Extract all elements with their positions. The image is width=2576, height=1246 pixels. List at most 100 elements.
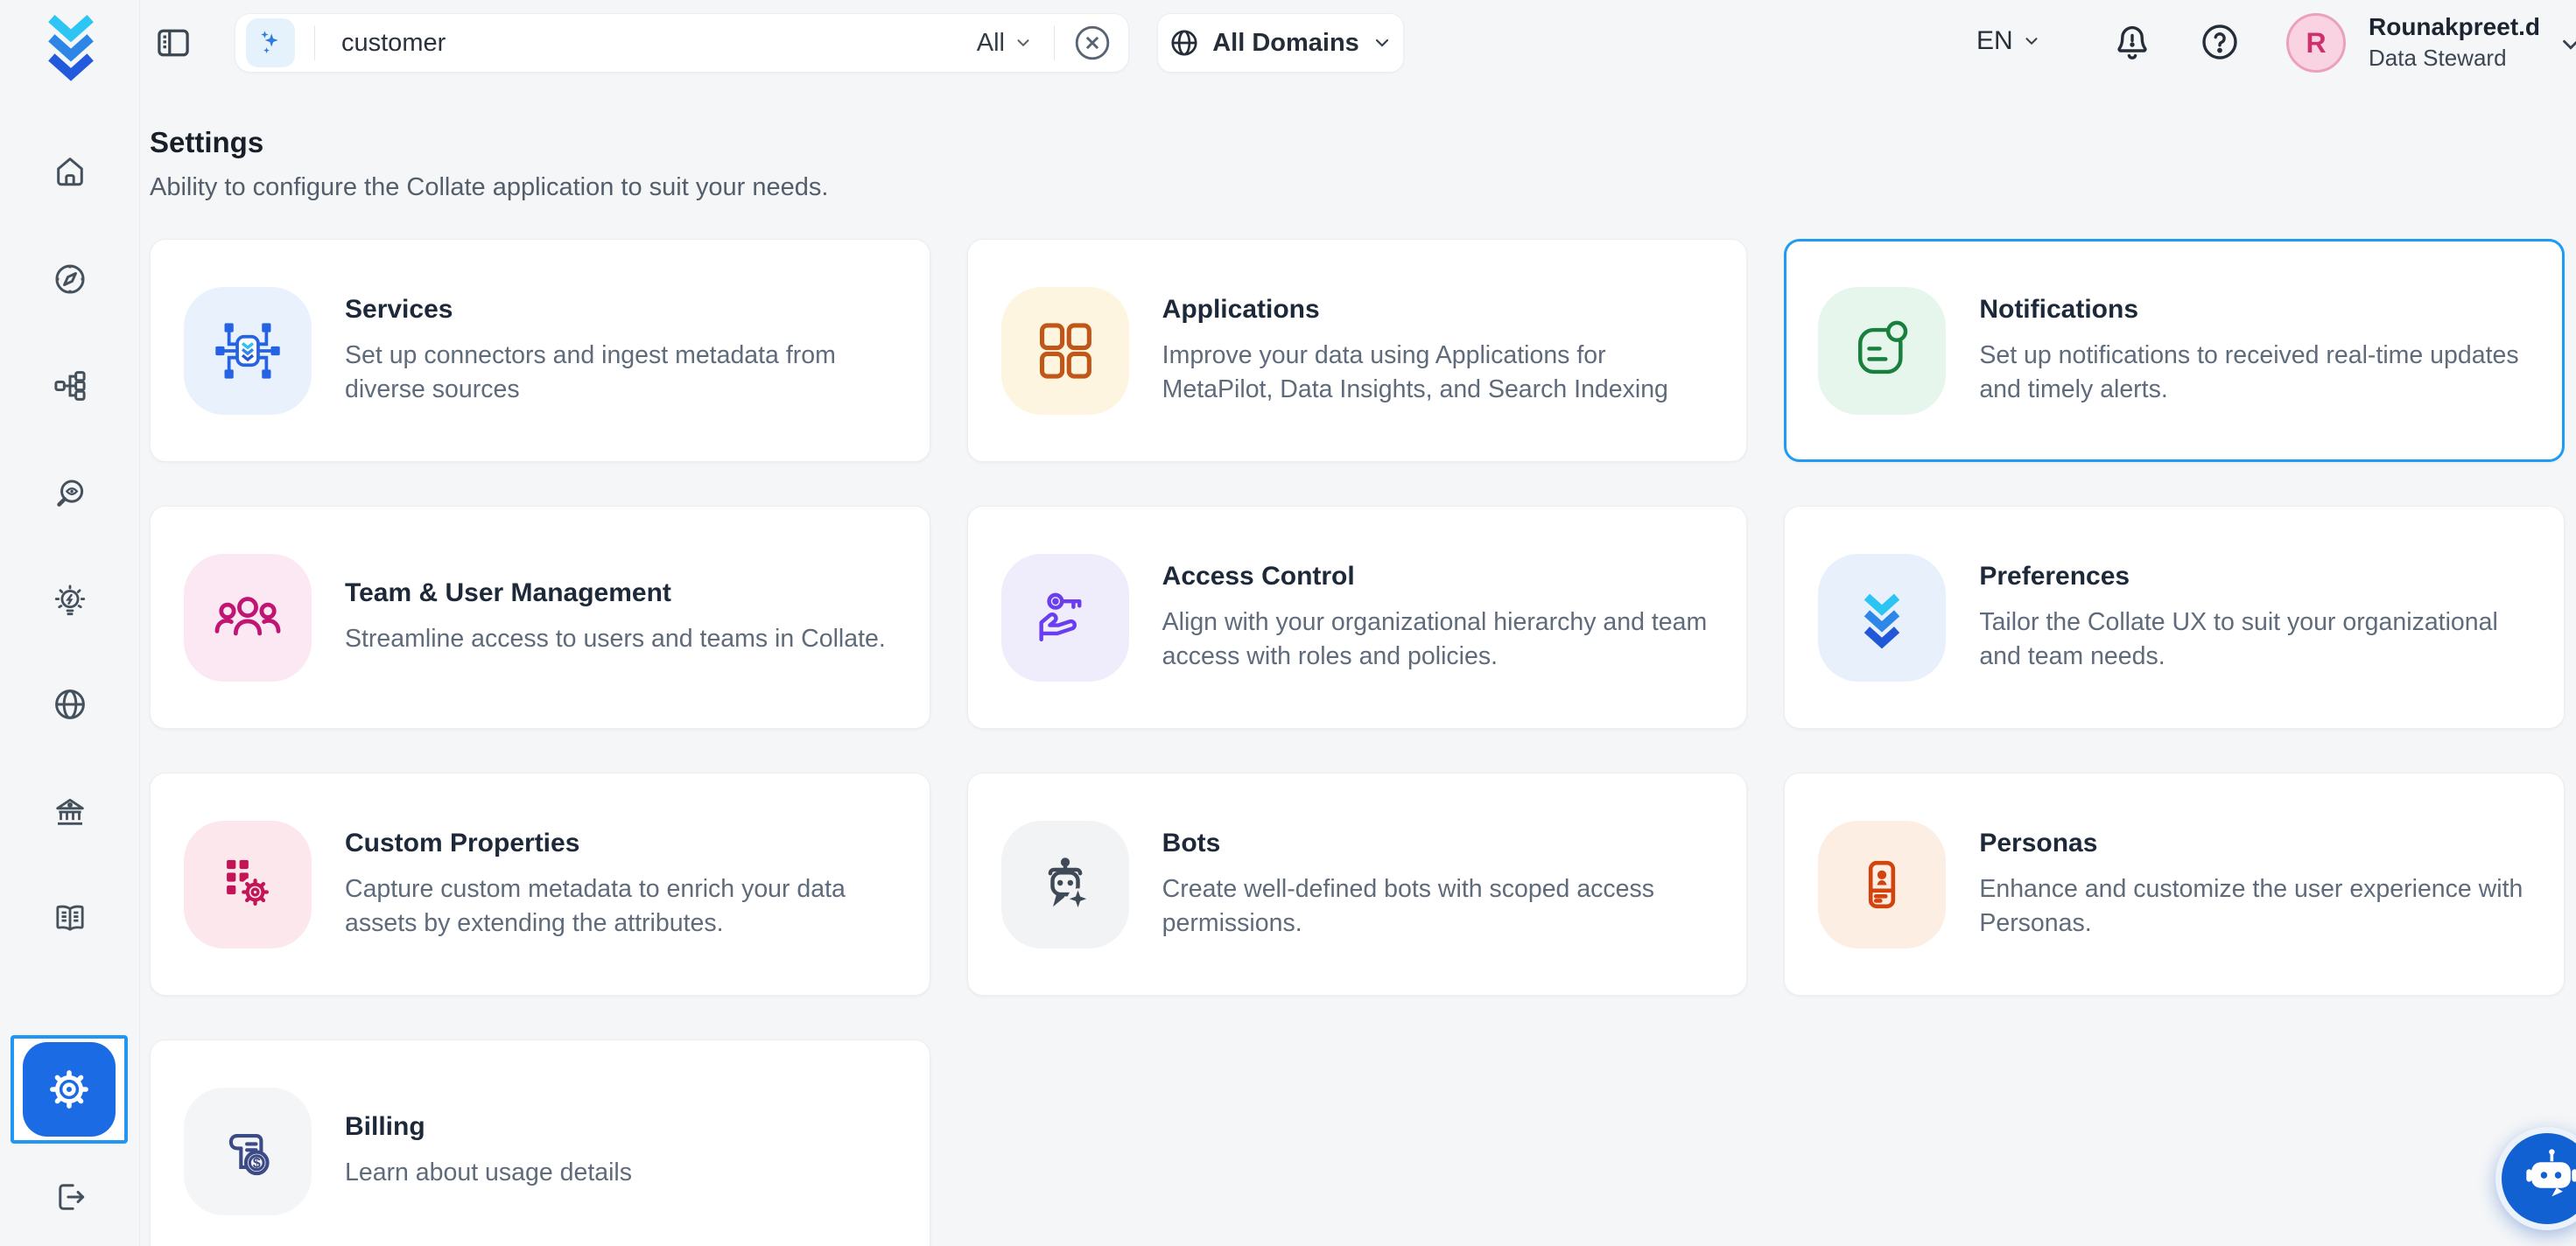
- compass-icon: [52, 261, 88, 298]
- globe-icon: [52, 686, 88, 723]
- language-label: EN: [1976, 26, 2013, 56]
- open-book-icon: [52, 900, 88, 937]
- top-bar: All All Domains EN: [140, 0, 2576, 86]
- card-description: Capture custom metadata to enrich your d…: [345, 872, 903, 941]
- sidebar-toggle-button[interactable]: [153, 23, 193, 63]
- settings-card-bots[interactable]: Bots Create well-defined bots with scope…: [967, 773, 1748, 996]
- global-search-bar[interactable]: All: [235, 13, 1129, 73]
- sidebar-item-home[interactable]: [49, 150, 91, 192]
- hand-key-icon: [1001, 554, 1129, 682]
- sidebar-item-insights[interactable]: [49, 580, 91, 622]
- settings-active-button[interactable]: [23, 1042, 116, 1137]
- card-title: Personas: [1979, 829, 2537, 858]
- card-title: Notifications: [1979, 295, 2537, 325]
- globe-icon: [1169, 27, 1200, 59]
- sparkles-icon: [255, 27, 286, 59]
- card-description: Set up connectors and ingest metadata fr…: [345, 339, 903, 407]
- settings-card-grid: Services Set up connectors and ingest me…: [150, 239, 2565, 1246]
- settings-card-billing[interactable]: $ Billing Learn about usage details: [150, 1040, 930, 1246]
- svg-text:$: $: [253, 1155, 261, 1171]
- left-sidebar: [0, 0, 140, 1246]
- collate-logo[interactable]: [38, 9, 104, 84]
- card-description: Align with your organizational hierarchy…: [1162, 606, 1721, 674]
- app-grid-icon: [1001, 287, 1129, 415]
- sidebar-item-data-assets[interactable]: [49, 365, 91, 407]
- logout-icon: [52, 1179, 88, 1215]
- settings-card-team-user-management[interactable]: Team & User Management Streamline access…: [150, 506, 930, 729]
- clear-search-button[interactable]: [1072, 23, 1113, 63]
- services-hub-icon: [184, 287, 312, 415]
- robot-icon: [1001, 821, 1129, 948]
- search-eye-icon: [52, 475, 88, 512]
- domain-selector-label: All Domains: [1212, 29, 1359, 58]
- sidebar-item-domains[interactable]: [49, 683, 91, 725]
- sidebar-item-settings[interactable]: [11, 1035, 128, 1144]
- user-avatar[interactable]: R: [2286, 13, 2346, 73]
- lightbulb-icon: [52, 583, 88, 620]
- page-subtitle: Ability to configure the Collate applica…: [150, 173, 2565, 202]
- bell-icon: [2111, 21, 2153, 63]
- user-menu[interactable]: Rounakpreet.d Data Steward: [2369, 11, 2540, 73]
- hierarchy-icon: [52, 368, 88, 404]
- notifications-button[interactable]: [2111, 21, 2153, 63]
- card-title: Custom Properties: [345, 829, 903, 858]
- question-circle-icon: [2199, 21, 2241, 63]
- settings-card-services[interactable]: Services Set up connectors and ingest me…: [150, 239, 930, 462]
- card-description: Streamline access to users and teams in …: [345, 622, 886, 656]
- sidebar-item-govern[interactable]: [49, 791, 91, 833]
- sidebar-item-explore[interactable]: [49, 258, 91, 300]
- chevron-down-icon: [2558, 32, 2576, 58]
- card-description: Enhance and customize the user experienc…: [1979, 872, 2537, 941]
- card-title: Team & User Management: [345, 578, 886, 608]
- chevron-down-icon: [1014, 33, 1033, 52]
- user-menu-chevron[interactable]: [2558, 32, 2576, 58]
- card-description: Learn about usage details: [345, 1156, 632, 1190]
- search-input[interactable]: [315, 29, 970, 58]
- receipt-dollar-icon: $: [184, 1088, 312, 1215]
- team-users-icon: [184, 554, 312, 682]
- card-title: Services: [345, 295, 903, 325]
- grid-gear-icon: [184, 821, 312, 948]
- notification-note-icon: [1818, 287, 1946, 415]
- settings-card-notifications[interactable]: Notifications Set up notifications to re…: [1784, 239, 2565, 462]
- ai-search-button[interactable]: [246, 18, 295, 67]
- card-title: Bots: [1162, 829, 1721, 858]
- sidebar-item-observability[interactable]: [49, 472, 91, 514]
- card-description: Tailor the Collate UX to suit your organ…: [1979, 606, 2537, 674]
- domain-selector[interactable]: All Domains: [1157, 13, 1404, 73]
- id-card-icon: [1818, 821, 1946, 948]
- settings-card-applications[interactable]: Applications Improve your data using App…: [967, 239, 1748, 462]
- search-divider: [1054, 25, 1055, 60]
- panel-toggle-icon: [153, 23, 193, 63]
- sidebar-item-logout[interactable]: [49, 1176, 91, 1218]
- settings-card-personas[interactable]: Personas Enhance and customize the user …: [1784, 773, 2565, 996]
- help-button[interactable]: [2199, 21, 2241, 63]
- x-circle-icon: [1072, 23, 1113, 63]
- card-title: Applications: [1162, 295, 1721, 325]
- home-icon: [52, 153, 88, 190]
- settings-card-preferences[interactable]: Preferences Tailor the Collate UX to sui…: [1784, 506, 2565, 729]
- card-description: Create well-defined bots with scoped acc…: [1162, 872, 1721, 941]
- user-name: Rounakpreet.d: [2369, 11, 2540, 43]
- settings-card-access-control[interactable]: Access Control Align with your organizat…: [967, 506, 1748, 729]
- card-description: Improve your data using Applications for…: [1162, 339, 1721, 407]
- sidebar-item-glossary[interactable]: [49, 898, 91, 940]
- collate-logo-icon: [1818, 554, 1946, 682]
- card-description: Set up notifications to received real-ti…: [1979, 339, 2537, 407]
- settings-card-custom-properties[interactable]: Custom Properties Capture custom metadat…: [150, 773, 930, 996]
- chatbot-icon: [2509, 1141, 2576, 1216]
- search-scope-dropdown[interactable]: All: [970, 29, 1054, 58]
- settings-page: Settings Ability to configure the Collat…: [150, 86, 2565, 1246]
- avatar-initial: R: [2306, 27, 2326, 60]
- card-title: Preferences: [1979, 562, 2537, 592]
- language-selector[interactable]: EN: [1976, 26, 2041, 56]
- card-title: Access Control: [1162, 562, 1721, 592]
- bank-icon: [52, 794, 88, 830]
- user-role: Data Steward: [2369, 43, 2540, 73]
- card-title: Billing: [345, 1112, 632, 1142]
- chevron-down-icon: [2022, 32, 2041, 51]
- chevron-down-icon: [1372, 32, 1393, 53]
- gear-icon: [44, 1064, 95, 1115]
- page-title: Settings: [150, 126, 2565, 159]
- search-scope-label: All: [977, 29, 1005, 58]
